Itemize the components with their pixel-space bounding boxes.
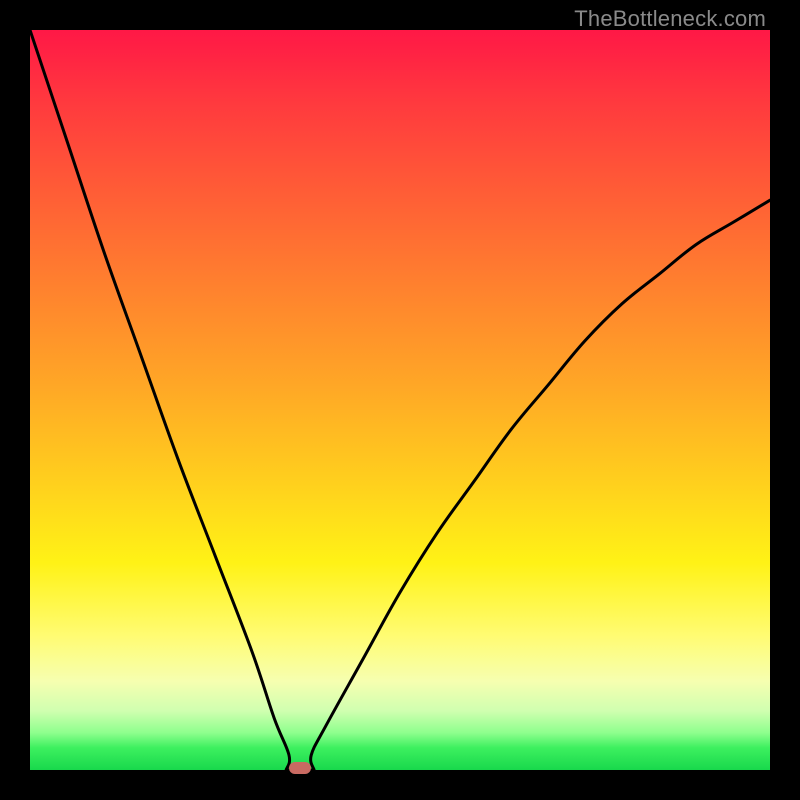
bottleneck-curve (30, 30, 770, 770)
plot-area (30, 30, 770, 770)
min-point-marker (289, 762, 311, 774)
watermark-text: TheBottleneck.com (574, 6, 766, 32)
chart-frame: TheBottleneck.com (0, 0, 800, 800)
